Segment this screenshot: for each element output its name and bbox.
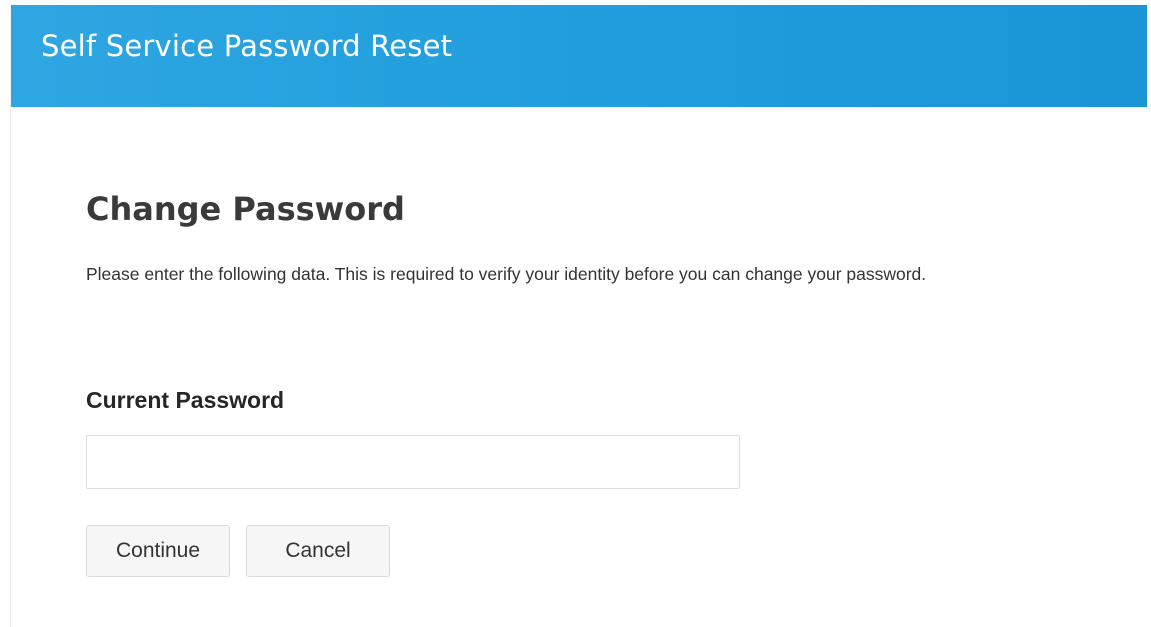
cancel-button[interactable]: Cancel: [246, 525, 390, 577]
app-frame: Self Service Password Reset Change Passw…: [10, 5, 1147, 627]
app-header: Self Service Password Reset: [11, 5, 1147, 107]
page-title: Change Password: [86, 190, 405, 228]
current-password-label: Current Password: [86, 387, 285, 413]
current-password-input[interactable]: [86, 435, 740, 489]
app-title: Self Service Password Reset: [41, 29, 453, 63]
continue-button[interactable]: Continue: [86, 525, 230, 577]
intro-text: Please enter the following data. This is…: [86, 264, 927, 284]
